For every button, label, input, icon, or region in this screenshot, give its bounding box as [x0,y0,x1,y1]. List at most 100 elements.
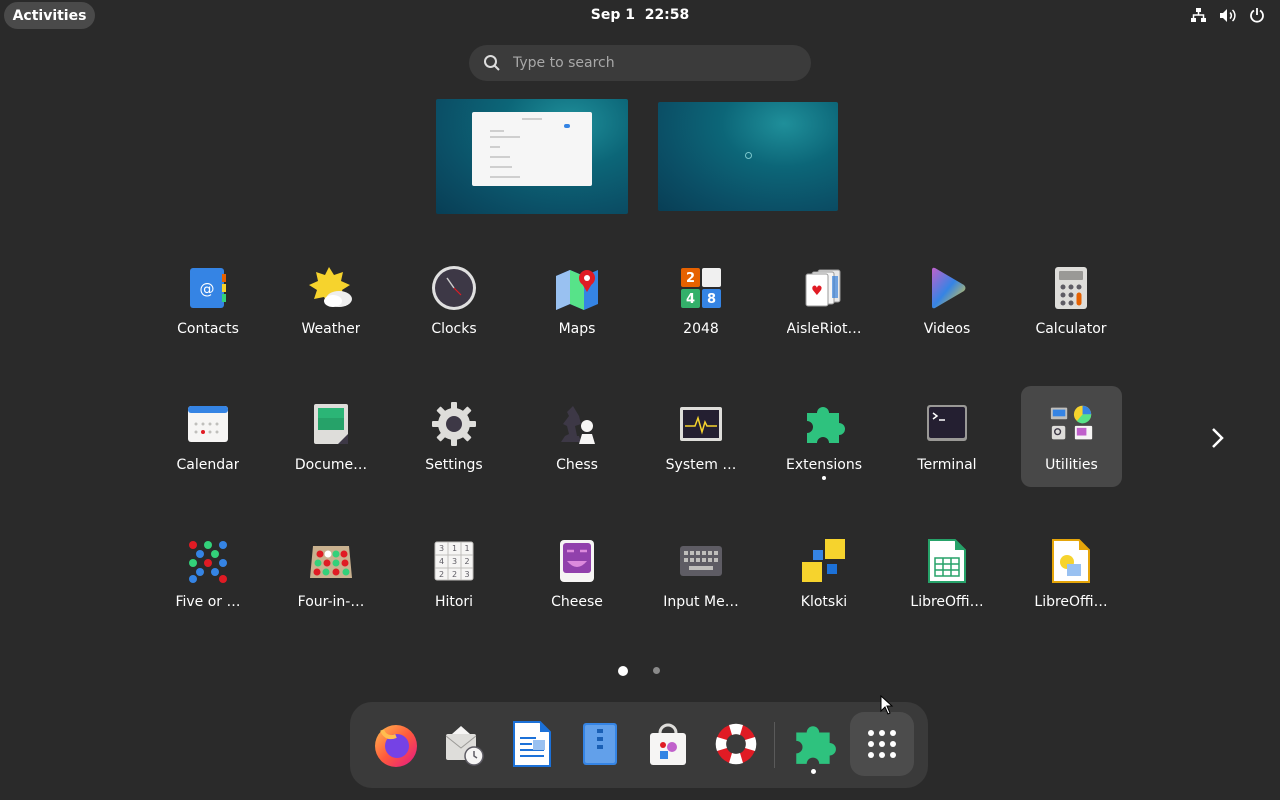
svg-text:@: @ [200,280,215,298]
app-document-viewer[interactable]: Docume… [279,390,383,486]
svg-text:3: 3 [452,557,457,566]
svg-text:4: 4 [686,292,695,307]
next-page-arrow[interactable] [1206,424,1228,452]
running-indicator [822,476,826,480]
app-calendar[interactable]: Calendar [156,390,260,486]
app-label: Calendar [176,457,240,473]
libreoffice-draw-icon [1047,537,1095,585]
extensions-icon [796,726,836,764]
network-icon[interactable] [1189,6,1208,25]
software-store-icon [650,723,686,765]
app-2048[interactable]: 2 48 2048 [649,254,753,350]
svg-text:2: 2 [686,271,695,286]
system-tray[interactable] [1189,6,1266,25]
show-apps-button[interactable] [850,712,914,776]
app-folder-utilities[interactable]: Utilities [1021,386,1122,487]
app-label: LibreOffi… [910,594,984,610]
settings-icon [430,400,478,448]
app-settings[interactable]: Settings [402,390,506,486]
dock-extensions[interactable] [782,712,846,776]
app-libreoffice-calc[interactable]: LibreOffi… [895,527,999,623]
app-five-or-more[interactable]: Five or … [156,527,260,623]
activities-button[interactable]: Activities [4,2,95,29]
svg-text:2: 2 [464,557,469,566]
app-grid-icon [868,730,896,758]
cheese-icon [553,537,601,585]
app-terminal[interactable]: Terminal [895,390,999,486]
help-lifebuoy-icon [715,723,757,765]
extensions-icon [800,400,848,448]
app-label: Input Me… [663,594,739,610]
chess-icon [553,400,601,448]
contacts-icon: @ [184,264,232,312]
libreoffice-writer-icon [513,721,551,767]
power-icon[interactable] [1247,6,1266,25]
app-videos[interactable]: Videos [895,254,999,350]
app-input-method[interactable]: Input Me… [649,527,753,623]
chevron-right-icon [1212,428,1224,448]
app-label: Contacts [177,321,239,337]
app-label: Chess [556,457,598,473]
svg-text:4: 4 [439,557,444,566]
search-input[interactable] [511,54,795,72]
app-klotski[interactable]: Klotski [772,527,876,623]
app-label: Calculator [1035,321,1107,337]
app-aisleriot[interactable]: ♥ AisleRiot… [772,254,876,350]
app-chess[interactable]: Chess [525,390,629,486]
app-four-in-a-row[interactable]: Four-in-… [279,527,383,623]
app-clocks[interactable]: Clocks [402,254,506,350]
app-label: 2048 [683,321,719,337]
workspace-thumbnail-2[interactable] [658,102,838,211]
dock-files[interactable] [568,712,632,776]
calculator-icon [1047,264,1095,312]
app-maps[interactable]: Maps [525,254,629,350]
app-label: Docume… [294,457,368,473]
app-label: Weather [301,321,361,337]
app-label: Maps [558,321,596,337]
clock-display: Sep 1 22:58 [0,7,1280,23]
app-contacts[interactable]: @ Contacts [156,254,260,350]
volume-icon[interactable] [1218,6,1237,25]
hitori-icon: 311432223 [430,537,478,585]
libreoffice-calc-icon [923,537,971,585]
dock-software[interactable] [636,712,700,776]
mouse-cursor-icon [880,695,894,715]
app-label: Settings [425,457,483,473]
svg-text:3: 3 [464,570,469,579]
svg-text:2: 2 [452,570,457,579]
window-preview[interactable] [472,112,592,186]
clock-button[interactable]: Sep 1 22:58 [591,7,690,23]
app-label: Four-in-… [297,594,365,610]
page-indicator-1[interactable] [618,666,628,676]
videos-icon [923,264,971,312]
app-system-monitor[interactable]: System … [649,390,753,486]
search-box[interactable] [469,45,811,81]
search-icon [484,55,500,71]
klotski-icon [800,537,848,585]
svg-text:8: 8 [707,292,716,307]
files-icon [583,723,617,765]
top-bar: Activities Sep 1 22:58 [0,0,1280,32]
app-label: Terminal [917,457,977,473]
app-hitori[interactable]: 311432223 Hitori [402,527,506,623]
workspace-thumbnail-1[interactable] [436,99,628,214]
five-or-more-icon [184,537,232,585]
app-label: Utilities [1045,457,1098,473]
app-calculator[interactable]: Calculator [1019,254,1123,350]
svg-text:2: 2 [439,570,444,579]
app-extensions[interactable]: Extensions [772,390,876,486]
dock-help[interactable] [704,712,768,776]
app-label: Videos [923,321,971,337]
app-cheese[interactable]: Cheese [525,527,629,623]
dock-firefox[interactable] [364,712,428,776]
app-label: AisleRiot… [786,321,862,337]
aisleriot-icon: ♥ [800,264,848,312]
page-indicator-2[interactable] [653,667,660,674]
app-weather[interactable]: Weather [279,254,383,350]
dock-mail[interactable] [432,712,496,776]
weather-icon [307,264,355,312]
app-label: Extensions [785,457,863,473]
calendar-icon [184,400,232,448]
dock-libreoffice-writer[interactable] [500,712,564,776]
app-libreoffice-draw[interactable]: LibreOffi… [1019,527,1123,623]
